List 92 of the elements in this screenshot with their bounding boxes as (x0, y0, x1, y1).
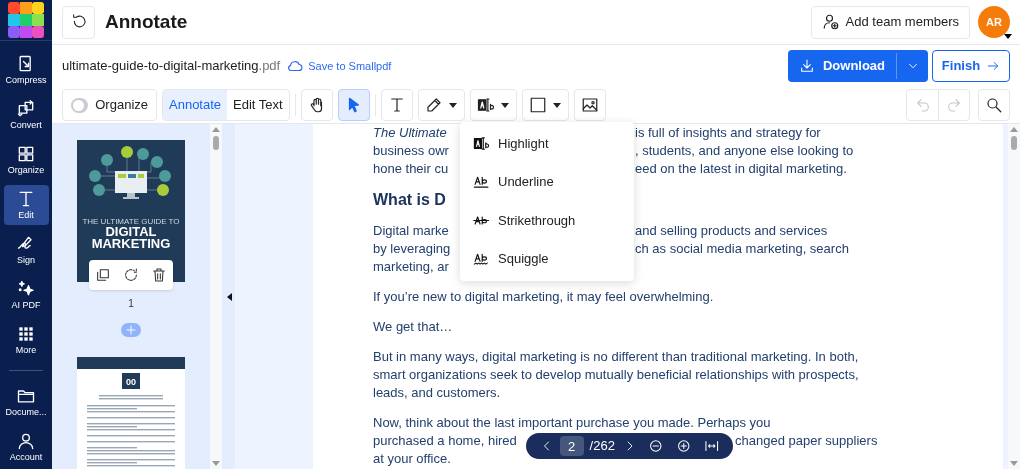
finish-button[interactable]: Finish (932, 50, 1010, 82)
plus-icon (124, 323, 138, 337)
sidebar-item[interactable]: Sign (3, 229, 49, 270)
document-heading: What is D (373, 190, 446, 210)
page-thumbnail[interactable]: 00 (77, 357, 185, 469)
zoom-out-icon[interactable] (648, 438, 664, 454)
pointer-tool-button[interactable] (337, 89, 370, 121)
document-text: marketing, ar (373, 258, 449, 276)
document-text: The Ultimate (373, 124, 447, 142)
scrollbar[interactable] (210, 124, 222, 469)
chapter-number: 00 (122, 373, 140, 389)
search-button[interactable] (978, 89, 1010, 121)
sidebar-item[interactable]: Account (3, 426, 49, 467)
sidebar-item[interactable]: Organize (3, 139, 49, 180)
sidebar-item[interactable]: Edit (3, 184, 49, 225)
scroll-up-icon[interactable] (1010, 127, 1018, 132)
mode-tab[interactable]: Annotate (163, 90, 228, 120)
menu-item[interactable]: Underline (460, 162, 634, 201)
square-icon (529, 96, 548, 114)
pen-tool-button[interactable] (417, 89, 465, 121)
convert-icon (16, 98, 36, 119)
pencil-icon (425, 96, 444, 114)
sidebar-item[interactable]: Docume... (3, 381, 49, 422)
undo-icon (914, 97, 931, 113)
cover-title: DIGITAL (105, 226, 157, 238)
sidebar-item[interactable]: More (3, 319, 49, 360)
trash-icon[interactable] (151, 267, 167, 283)
mode-tab[interactable]: Edit Text (227, 90, 289, 120)
arrow-right-icon (986, 59, 1001, 73)
page-total: /262 (589, 437, 615, 456)
document-text: business owr (373, 142, 449, 160)
document-text: Digital marke (373, 222, 449, 240)
rotate-icon[interactable] (123, 267, 139, 283)
document-text: at your office. (373, 450, 451, 468)
save-to-smallpdf-link[interactable]: Save to Smallpdf (286, 57, 392, 75)
text-tool-button[interactable] (380, 89, 413, 121)
file-name: ultimate-guide-to-digital-marketing.pdf (62, 57, 281, 76)
sidebar-item[interactable]: Convert (3, 94, 49, 135)
page-number: 1 (128, 297, 134, 311)
document-text: eed on the latest in digital marketing. (635, 160, 847, 178)
document-text: hone their cu (373, 160, 449, 178)
image-tool-button[interactable] (573, 89, 606, 121)
caret-icon (553, 102, 562, 108)
document-paragraph: If you’re new to digital marketing, it may feel overwhelming. (373, 288, 715, 306)
caret-icon (449, 102, 458, 108)
image-icon (580, 96, 599, 114)
scroll-up-icon[interactable] (212, 127, 220, 132)
scrollbar-thumb[interactable] (213, 136, 219, 150)
back-button[interactable] (62, 5, 95, 39)
menu-item[interactable]: Highlight (460, 124, 634, 163)
highlight-icon (473, 134, 490, 152)
organize-toggle[interactable]: Organize (62, 89, 157, 121)
document-text: ch as social media marketing, search (635, 240, 849, 258)
document-text: changed paper suppliers (735, 432, 878, 450)
document-text: , students, and anyone else looking to (635, 142, 854, 160)
zoom-in-icon[interactable] (676, 438, 692, 454)
sidebar-item[interactable]: Compress (3, 49, 49, 90)
undo-arrow-icon (70, 14, 87, 30)
add-person-icon (821, 13, 840, 31)
cover-overline: THE ULTIMATE GUIDE TO (82, 217, 180, 226)
scrollbar[interactable] (1008, 124, 1020, 469)
redo-icon (946, 97, 962, 113)
download-icon (798, 58, 815, 74)
add-team-members-button[interactable]: Add team members (810, 5, 970, 39)
highlight-tool-button[interactable] (469, 89, 517, 121)
caret-icon (501, 102, 510, 108)
highlight-icon (477, 96, 496, 114)
document-text: and selling products and services (635, 222, 828, 240)
download-button[interactable]: Download (788, 50, 928, 82)
scroll-down-icon[interactable] (212, 461, 220, 466)
copy-icon[interactable] (95, 267, 111, 283)
menu-item[interactable]: Strikethrough (460, 201, 634, 240)
scroll-down-icon[interactable] (1010, 461, 1018, 466)
hand-tool-button[interactable] (300, 89, 333, 121)
menu-item[interactable]: Squiggle (460, 239, 634, 278)
fit-width-icon[interactable] (703, 438, 719, 454)
document-text: Now, think about the last important purchase you made. Perhaps you (373, 414, 771, 432)
cover-title: MARKETING (91, 238, 171, 250)
sparkles-icon (16, 278, 36, 299)
shape-tool-button[interactable] (521, 89, 569, 121)
document-text: is full of insights and strategy for (635, 124, 821, 142)
logo-icon[interactable] (8, 2, 44, 38)
page-number-field[interactable]: 2 (559, 436, 584, 456)
document-text: by leveraging (373, 240, 451, 258)
scrollbar-thumb[interactable] (1011, 136, 1017, 150)
search-icon (985, 96, 1003, 114)
page-title: Annotate (105, 9, 188, 34)
document-paragraph: We get that… (373, 318, 454, 336)
document-paragraph: But in many ways, digital marketing is no different than traditional marketing. In both, smart organizations seek to develop mutually beneficial relationships with prospects, leads, and customers. (373, 348, 860, 402)
collapse-arrow-icon[interactable] (227, 292, 232, 301)
document-text: purchased a home, hired (373, 432, 517, 450)
sidebar-item[interactable]: AI PDF (3, 274, 49, 315)
